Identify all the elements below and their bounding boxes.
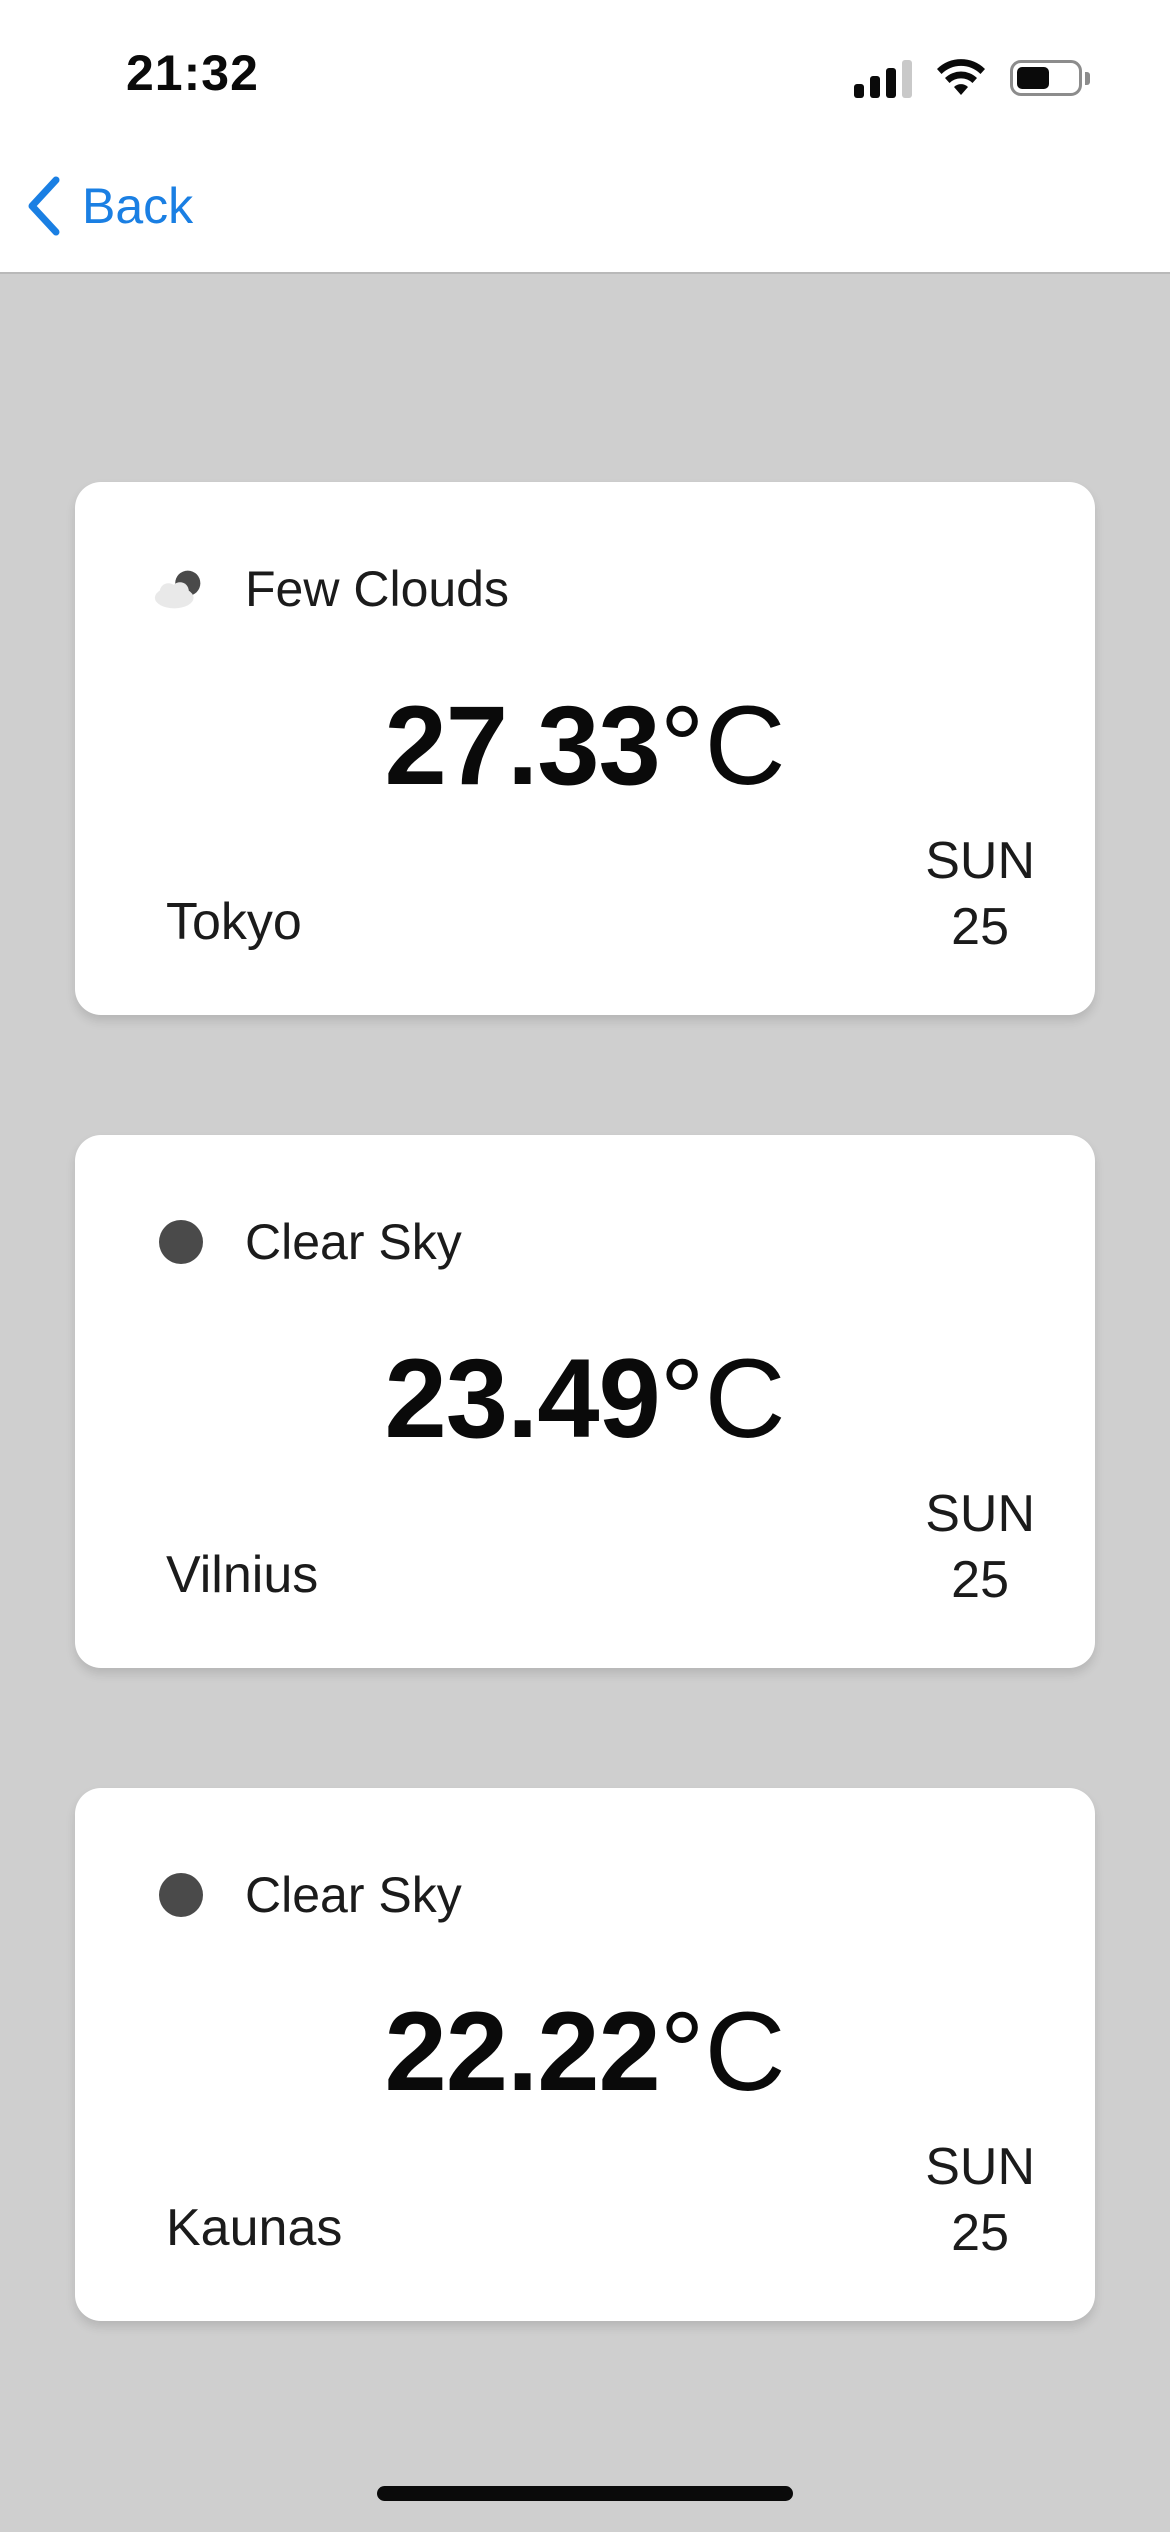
chevron-left-icon (28, 176, 60, 236)
condition-row: Clear Sky (151, 1866, 462, 1924)
temperature-value: 23.49 (384, 1336, 661, 1461)
home-indicator[interactable] (377, 2486, 793, 2501)
few-clouds-icon (151, 564, 211, 614)
weather-card[interactable]: Clear Sky 22.22°C Kaunas SUN 25 (75, 1788, 1095, 2321)
day-of-week: SUN (925, 2138, 1035, 2196)
temperature-unit: °C (659, 1989, 786, 2114)
clear-sky-icon (151, 1870, 211, 1920)
status-time: 21:32 (126, 45, 259, 101)
forecast-date: SUN 25 (925, 1481, 1035, 1613)
weather-card-list: Few Clouds 27.33°C Tokyo SUN 25 Clear Sk… (75, 482, 1095, 2441)
condition-label: Clear Sky (245, 1867, 462, 1923)
city-name: Tokyo (166, 893, 302, 951)
condition-label: Clear Sky (245, 1214, 462, 1270)
forecast-date: SUN 25 (925, 828, 1035, 960)
wifi-icon (937, 59, 985, 95)
temperature: 22.22°C (75, 1996, 1095, 2108)
status-icons (854, 56, 1090, 100)
day-of-week: SUN (925, 832, 1035, 890)
back-button[interactable]: Back (24, 176, 193, 236)
forecast-date: SUN 25 (925, 2134, 1035, 2266)
day-of-month: 25 (951, 1551, 1010, 1609)
temperature-value: 22.22 (384, 1989, 661, 2114)
day-of-month: 25 (951, 898, 1010, 956)
temperature-unit: °C (659, 683, 786, 808)
battery-icon (1010, 60, 1090, 96)
day-of-month: 25 (951, 2204, 1010, 2262)
weather-card[interactable]: Few Clouds 27.33°C Tokyo SUN 25 (75, 482, 1095, 1015)
navigation-bar: 21:32 Back (0, 0, 1170, 274)
cellular-signal-icon (854, 58, 912, 98)
day-of-week: SUN (925, 1485, 1035, 1543)
weather-card[interactable]: Clear Sky 23.49°C Vilnius SUN 25 (75, 1135, 1095, 1668)
clear-sky-icon (151, 1217, 211, 1267)
temperature: 27.33°C (75, 690, 1095, 802)
temperature: 23.49°C (75, 1343, 1095, 1455)
city-name: Vilnius (166, 1546, 319, 1604)
city-name: Kaunas (166, 2199, 343, 2257)
condition-label: Few Clouds (245, 561, 509, 617)
condition-row: Clear Sky (151, 1213, 462, 1271)
back-label: Back (82, 178, 194, 234)
condition-row: Few Clouds (151, 560, 509, 618)
temperature-value: 27.33 (384, 683, 661, 808)
temperature-unit: °C (659, 1336, 786, 1461)
